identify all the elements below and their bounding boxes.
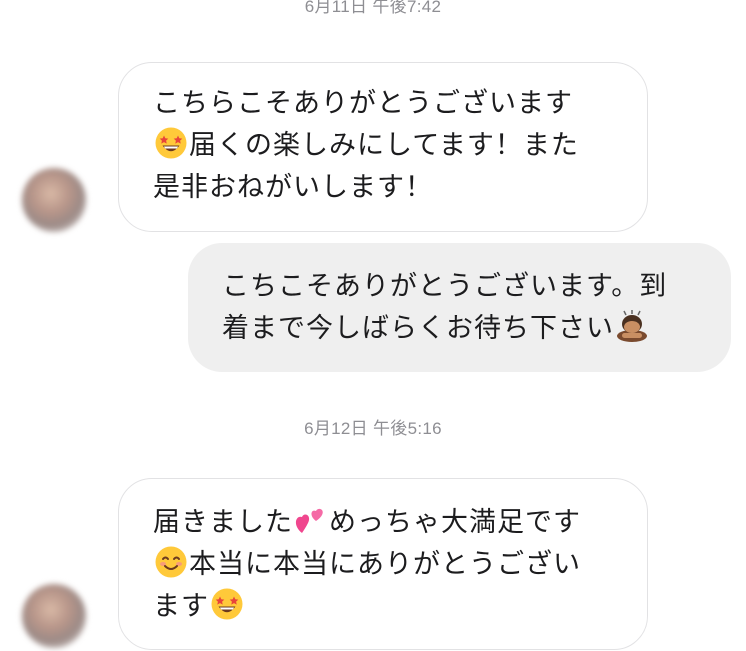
message-line: 届きました めっちゃ大満足です: [153, 502, 647, 544]
received-message-bubble[interactable]: こちらこそありがとうございます 届くの楽しみにしてます！また 是非おねがいします…: [118, 62, 648, 232]
message-line: ます: [153, 586, 647, 628]
message-text: 是非おねがいします！: [153, 172, 433, 203]
message-text: 届くの楽しみにしてます！また: [189, 130, 579, 161]
sent-message-bubble[interactable]: こちこそありがとうございます。到 着まで今しばらくお待ち下さい: [188, 243, 731, 372]
message-line: こちこそありがとうございます。到: [222, 266, 731, 308]
star-struck-emoji-icon: [211, 588, 243, 620]
message-line: 本当に本当にありがとうござい: [153, 544, 647, 586]
star-struck-emoji-icon: [155, 127, 187, 159]
message-text: ます: [153, 591, 209, 622]
message-line: 届くの楽しみにしてます！また: [153, 125, 647, 167]
message-text: こちらこそありがとうございます: [153, 88, 573, 119]
message-text: めっちゃ大満足です: [329, 507, 581, 538]
message-line: 是非おねがいします！: [153, 167, 647, 209]
avatar[interactable]: [22, 584, 86, 648]
message-text: こちこそありがとうございます。到: [222, 271, 668, 302]
message-text: 着まで今しばらくお待ち下さい: [222, 313, 614, 344]
timestamp: 6月11日 午後7:42: [304, 0, 442, 16]
smiling-face-emoji-icon: [155, 546, 187, 578]
message-text: 本当に本当にありがとうござい: [189, 549, 581, 580]
two-hearts-emoji-icon: [295, 508, 323, 533]
received-message-bubble[interactable]: 届きました めっちゃ大満足です 本当に本当にありがとうござい ます: [118, 478, 648, 650]
message-line: 着まで今しばらくお待ち下さい: [222, 308, 731, 350]
message-line: こちらこそありがとうございます: [153, 83, 647, 125]
message-text: 届きました: [153, 507, 293, 538]
avatar[interactable]: [22, 168, 86, 232]
bowing-person-emoji-icon: [617, 310, 647, 342]
timestamp: 6月12日 午後5:16: [304, 419, 442, 438]
